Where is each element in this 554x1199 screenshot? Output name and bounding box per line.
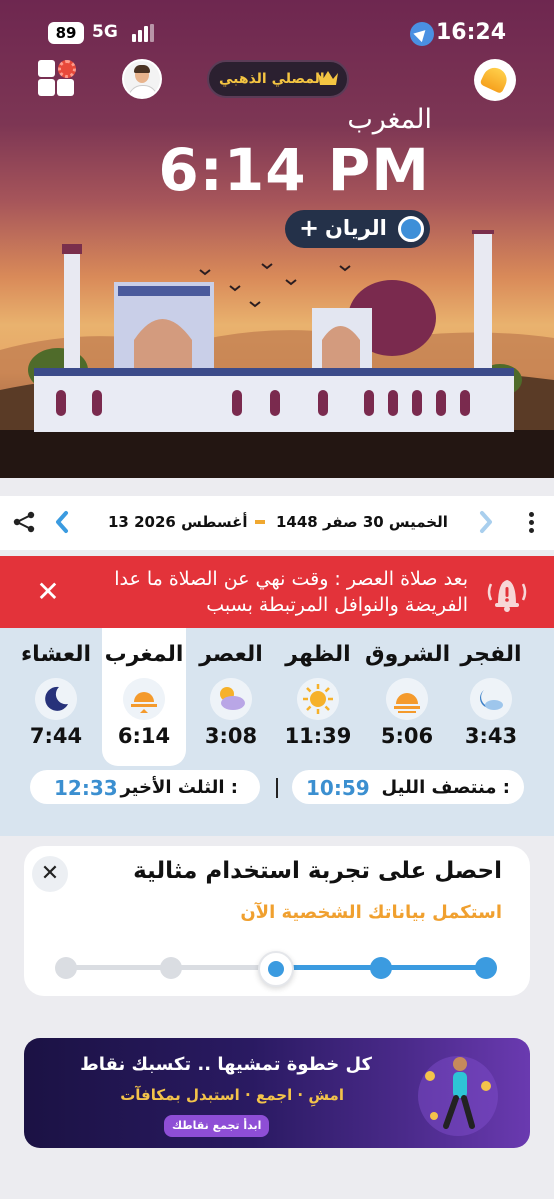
- alert-text-line2: الفريضة والنوافل المرتبطة بسبب: [206, 594, 468, 616]
- cloud-moon-icon: [470, 678, 512, 720]
- close-card-button[interactable]: ✕: [32, 856, 68, 892]
- date-bar: 13 أغسطس 2026 الخميس 30 صفر 1448: [0, 496, 554, 550]
- progress-step-current: [258, 951, 294, 987]
- gear-icon: [58, 60, 76, 78]
- sunset-icon: [123, 678, 165, 720]
- sun-icon: [297, 678, 339, 720]
- prayer-name: العصر: [199, 642, 263, 667]
- prayer-name: الظهر: [285, 642, 351, 667]
- prayer-time: 6:14: [117, 724, 171, 748]
- network-label: 5G: [92, 22, 118, 42]
- hero-header: 89 5G 16:24 المصلي الذهبي المغرب 6:14 PM: [0, 0, 554, 478]
- app-screen: 89 5G 16:24 المصلي الذهبي المغرب 6:14 PM: [0, 0, 554, 1199]
- location-arrow-icon: [410, 22, 434, 46]
- hijri-date: الخميس 30 صفر 1448: [276, 513, 448, 531]
- complete-profile-link[interactable]: استكمل بياناتك الشخصية الآن: [240, 902, 502, 923]
- last-third-time: 12:33: [54, 776, 118, 800]
- current-prayer-name: المغرب: [347, 104, 432, 135]
- last-third-label: الثلث الأخير :: [120, 777, 238, 798]
- last-third-pill: الثلث الأخير : 12:33: [30, 770, 260, 804]
- notification-bell-icon[interactable]: [474, 59, 516, 101]
- prayer-name: الفجر: [460, 642, 522, 667]
- prayer-shuruq[interactable]: الشروق 5:06: [365, 628, 451, 766]
- card-title: احصل على تجربة استخدام مثالية: [133, 858, 502, 884]
- profile-completion-card: ✕ احصل على تجربة استخدام مثالية استكمل ب…: [24, 846, 530, 996]
- prayer-name: العشاء: [20, 642, 92, 667]
- progress-step: [370, 957, 392, 979]
- prayer-time: 7:44: [29, 724, 83, 748]
- share-icon[interactable]: [12, 510, 36, 534]
- current-prayer-time: 6:14 PM: [158, 136, 430, 204]
- steps-rewards-banner[interactable]: كل خطوة تمشيها .. تكسبك نقاط امشِ · اجمع…: [24, 1038, 530, 1148]
- prayer-dhuhr[interactable]: الظهر 11:39: [276, 628, 360, 766]
- moon-icon: [35, 678, 77, 720]
- status-bar: 89 5G 16:24: [0, 0, 554, 62]
- prayer-time: 11:39: [284, 724, 352, 748]
- prayer-time: 3:08: [204, 724, 258, 748]
- prayer-asr[interactable]: العصر 3:08: [189, 628, 273, 766]
- progress-step: [160, 957, 182, 979]
- midnight-pill: منتصف الليل : 10:59: [292, 770, 524, 804]
- progress-step: [55, 957, 77, 979]
- prayer-times-grid: الفجر 3:43 الشروق 5:06 الظهر 11:39 العصر…: [0, 628, 554, 836]
- progress-step: [475, 957, 497, 979]
- menu-grid-icon[interactable]: [38, 60, 78, 100]
- battery-indicator: 89: [48, 22, 84, 44]
- chevron-left-icon[interactable]: [54, 510, 70, 534]
- alert-text-line1: بعد صلاة العصر : وقت نهي عن الصلاة ما عد…: [114, 568, 468, 590]
- sunrise-icon: [386, 678, 428, 720]
- mosque-illustration: [0, 230, 554, 478]
- prayer-name: الشروق: [365, 642, 451, 667]
- gold-worshipper-badge[interactable]: المصلي الذهبي: [207, 60, 349, 98]
- prohibited-time-alert: ✕ بعد صلاة العصر : وقت نهي عن الصلاة ما …: [0, 556, 554, 628]
- banner-cta-button[interactable]: ابدأ تجمع نقاطك: [164, 1115, 270, 1137]
- prayer-isha[interactable]: العشاء 7:44: [14, 628, 98, 766]
- more-vertical-icon[interactable]: [522, 510, 542, 534]
- profile-avatar[interactable]: [122, 59, 162, 99]
- prayer-time: 3:43: [464, 724, 518, 748]
- chevron-right-icon[interactable]: [478, 510, 494, 534]
- close-alert-button[interactable]: ✕: [28, 572, 68, 612]
- gregorian-date: 13 أغسطس 2026: [108, 513, 248, 531]
- midnight-time: 10:59: [306, 776, 370, 800]
- midnight-label: منتصف الليل :: [381, 777, 510, 798]
- crown-icon: [318, 71, 338, 85]
- prayer-maghrib-active[interactable]: المغرب 6:14: [102, 628, 186, 766]
- prayer-name: المغرب: [104, 642, 184, 667]
- prayer-time: 5:06: [380, 724, 434, 748]
- alarm-bell-icon: [487, 580, 527, 612]
- date-separator: [255, 520, 265, 524]
- banner-subline: امشِ · اجمع · استبدل بمكافآت: [120, 1086, 344, 1104]
- divider: [276, 778, 278, 798]
- signal-icon: [132, 24, 156, 42]
- banner-headline: كل خطوة تمشيها .. تكسبك نقاط: [80, 1054, 372, 1075]
- status-time: 16:24: [435, 20, 506, 45]
- runner-illustration: [418, 1056, 498, 1136]
- prayer-fajr[interactable]: الفجر 3:43: [449, 628, 533, 766]
- cloud-sun-icon: [210, 678, 252, 720]
- gold-badge-label: المصلي الذهبي: [219, 71, 325, 87]
